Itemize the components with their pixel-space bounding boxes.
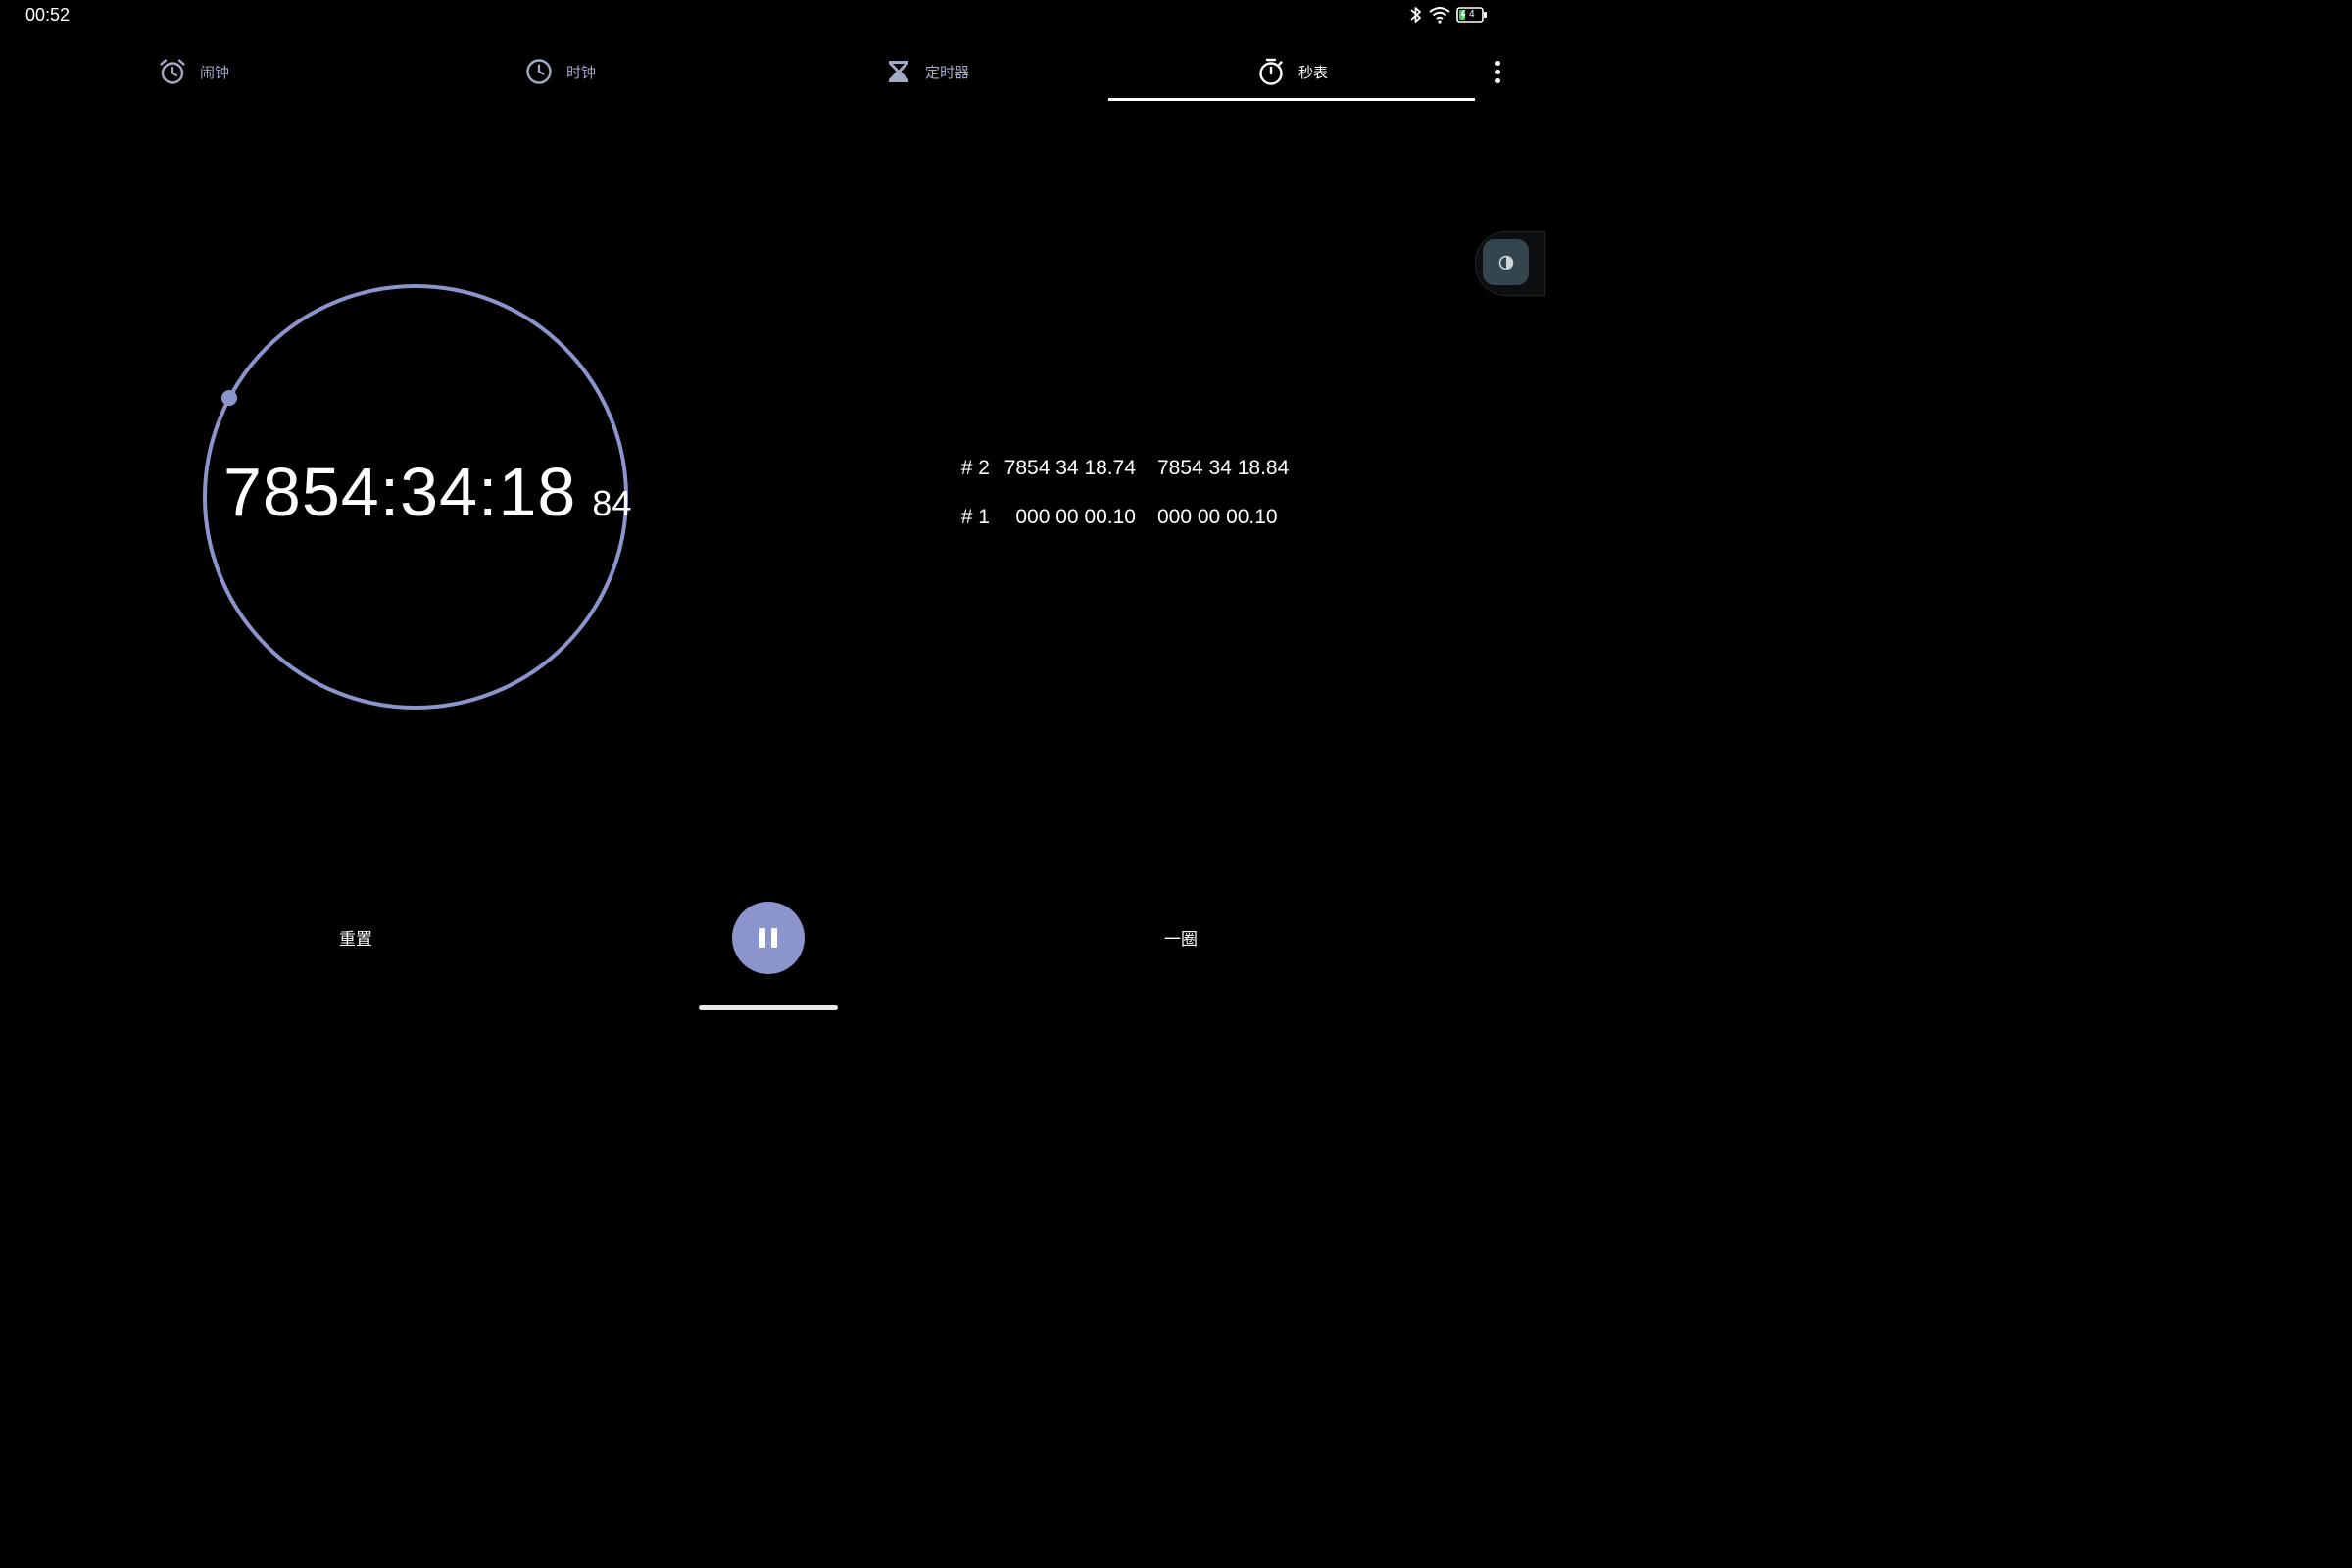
- hourglass-icon: [889, 61, 908, 82]
- status-time: 00:52: [25, 5, 71, 24]
- reset-button[interactable]: 重置: [323, 925, 388, 950]
- lap-time: 7854 34 18.74: [1004, 457, 1136, 479]
- tab-alarm-label: 闹钟: [200, 63, 230, 81]
- tab-clock-label: 时钟: [566, 63, 597, 81]
- tab-stopwatch[interactable]: 秒表: [1257, 44, 1328, 99]
- pause-icon: [760, 928, 765, 948]
- lap-row: # 2 7854 34 18.74 7854 34 18.84: [941, 457, 1333, 506]
- pause-button[interactable]: [732, 902, 805, 974]
- tab-alarm[interactable]: 闹钟: [159, 44, 229, 99]
- lap-total-time: 000 00 00.10: [1157, 506, 1278, 528]
- lap-number: # 2: [960, 457, 990, 479]
- contrast-icon: [1498, 255, 1513, 270]
- battery-level: 4: [1469, 9, 1475, 20]
- more-vert-icon: [1494, 60, 1500, 66]
- clock-icon: [526, 59, 552, 84]
- tab-clock[interactable]: 时钟: [525, 44, 596, 99]
- alarm-icon: [160, 59, 185, 84]
- dial-progress-marker: [221, 390, 237, 406]
- tab-bar: 闹钟 时钟 定时器 秒表: [0, 44, 1537, 103]
- battery-charging-icon: 4: [1456, 7, 1488, 23]
- stopwatch-icon: [1259, 58, 1283, 85]
- more-options-button[interactable]: [1486, 52, 1509, 91]
- lap-row: # 1 000 00 00.10 000 00 00.10: [941, 506, 1333, 555]
- bluetooth-icon: [1410, 7, 1421, 23]
- lap-list: # 2 7854 34 18.74 7854 34 18.84 # 1 000 …: [941, 457, 1333, 555]
- active-tab-indicator: [1108, 98, 1475, 101]
- stopwatch-time-hundredths: 84: [592, 483, 632, 523]
- tab-timer-label: 定时器: [925, 63, 970, 81]
- stopwatch-time-main: 7854:34:18: [223, 454, 577, 530]
- home-indicator[interactable]: [699, 1005, 838, 1010]
- tab-timer[interactable]: 定时器: [886, 44, 969, 99]
- lap-total-time: 7854 34 18.84: [1157, 457, 1290, 479]
- tab-stopwatch-label: 秒表: [1298, 63, 1329, 81]
- stopwatch-time: 7854:34:18 84: [223, 453, 631, 541]
- theme-toggle-button[interactable]: [1483, 239, 1529, 285]
- lap-button[interactable]: 一圈: [1149, 925, 1213, 950]
- lap-time: 000 00 00.10: [1015, 506, 1136, 528]
- status-icons: 4: [1409, 4, 1488, 25]
- wifi-icon: [1429, 7, 1450, 24]
- lap-number: # 1: [960, 506, 990, 528]
